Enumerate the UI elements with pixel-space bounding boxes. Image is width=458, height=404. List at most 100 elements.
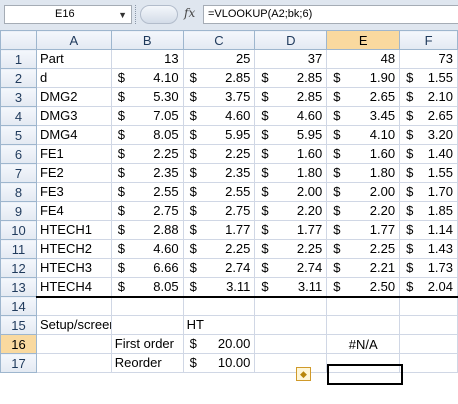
cell[interactable]: $2.75 <box>182 201 256 221</box>
cell[interactable]: $1.55 <box>399 163 458 183</box>
cell[interactable]: HTECH1 <box>35 220 112 240</box>
cell[interactable]: $3.11 <box>254 277 328 298</box>
cell[interactable] <box>399 315 458 335</box>
cell[interactable] <box>326 353 401 373</box>
cell[interactable]: $8.05 <box>110 125 184 145</box>
cell[interactable]: $2.74 <box>254 258 328 278</box>
cell[interactable]: $2.55 <box>110 182 184 202</box>
cell[interactable]: $1.80 <box>254 163 328 183</box>
cell[interactable]: $2.35 <box>182 163 256 183</box>
cell[interactable] <box>35 334 112 354</box>
cell[interactable]: DMG2 <box>35 87 112 107</box>
cell[interactable]: Reorder <box>110 353 184 373</box>
cell[interactable]: $5.95 <box>182 125 256 145</box>
formula-input[interactable]: =VLOOKUP(A2;bk;6) <box>203 5 458 24</box>
row-header[interactable]: 4 <box>0 106 37 126</box>
cell[interactable]: HTECH4 <box>35 277 112 298</box>
cell[interactable] <box>254 334 328 354</box>
cell[interactable]: HTECH2 <box>35 239 112 259</box>
row-header[interactable]: 17 <box>0 353 37 373</box>
column-header-a[interactable]: A <box>35 30 112 50</box>
error-cell[interactable]: #N/A <box>326 334 401 354</box>
cell[interactable]: Part <box>35 49 112 69</box>
cell[interactable] <box>254 296 328 316</box>
cell[interactable] <box>254 315 328 335</box>
row-header[interactable]: 12 <box>0 258 37 278</box>
warning-diamond-icon[interactable]: ◆ <box>296 367 311 381</box>
cell[interactable]: 25 <box>182 49 256 69</box>
row-header[interactable]: 15 <box>0 315 37 335</box>
cell[interactable]: $1.60 <box>254 144 328 164</box>
cell[interactable]: $1.77 <box>326 220 401 240</box>
cell[interactable]: $4.60 <box>182 106 256 126</box>
row-header[interactable]: 11 <box>0 239 37 259</box>
column-header-e[interactable]: E <box>326 30 401 50</box>
column-header-f[interactable]: F <box>399 30 458 50</box>
row-header[interactable]: 16 <box>0 334 37 354</box>
cell[interactable]: $4.10 <box>326 125 401 145</box>
cell[interactable] <box>399 296 458 316</box>
cell[interactable]: $2.85 <box>254 87 328 107</box>
cell[interactable] <box>182 296 256 316</box>
formula-controls-button[interactable] <box>140 5 178 24</box>
cell[interactable] <box>399 353 458 373</box>
cell[interactable]: $1.80 <box>326 163 401 183</box>
row-header[interactable]: 14 <box>0 296 37 316</box>
cell[interactable]: $2.25 <box>182 144 256 164</box>
cell[interactable]: $1.40 <box>399 144 458 164</box>
cell[interactable]: $2.00 <box>326 182 401 202</box>
row-header[interactable]: 9 <box>0 201 37 221</box>
cell[interactable]: $2.88 <box>110 220 184 240</box>
cell[interactable] <box>254 353 328 373</box>
cell[interactable]: $2.20 <box>254 201 328 221</box>
cell[interactable]: $2.75 <box>110 201 184 221</box>
cell[interactable]: $2.65 <box>399 106 458 126</box>
cell[interactable]: DMG4 <box>35 125 112 145</box>
cell[interactable]: $1.90 <box>326 68 401 88</box>
cell[interactable]: $2.85 <box>182 68 256 88</box>
cell[interactable]: 37 <box>254 49 328 69</box>
column-header-b[interactable]: B <box>110 30 184 50</box>
row-header[interactable]: 3 <box>0 87 37 107</box>
cell[interactable]: DMG3 <box>35 106 112 126</box>
cell[interactable]: $2.65 <box>326 87 401 107</box>
cell[interactable]: $2.20 <box>326 201 401 221</box>
row-header[interactable]: 8 <box>0 182 37 202</box>
cell[interactable]: $1.55 <box>399 68 458 88</box>
cell[interactable]: $2.35 <box>110 163 184 183</box>
column-header-c[interactable]: C <box>182 30 256 50</box>
cell[interactable]: $2.25 <box>182 239 256 259</box>
cell[interactable]: $6.66 <box>110 258 184 278</box>
cell[interactable] <box>110 315 184 335</box>
cell[interactable]: 73 <box>399 49 458 69</box>
cell[interactable]: $4.60 <box>110 239 184 259</box>
cell[interactable]: HT <box>182 315 256 335</box>
cell[interactable]: d <box>35 68 112 88</box>
cell[interactable]: $2.74 <box>182 258 256 278</box>
cell[interactable]: FE1 <box>35 144 112 164</box>
cell[interactable]: 48 <box>326 49 401 69</box>
row-header[interactable]: 5 <box>0 125 37 145</box>
column-header-d[interactable]: D <box>254 30 328 50</box>
cell[interactable]: $2.04 <box>399 277 458 298</box>
select-all-corner[interactable] <box>0 30 37 50</box>
row-header[interactable]: 7 <box>0 163 37 183</box>
cell[interactable] <box>35 296 112 316</box>
cell[interactable]: $2.50 <box>326 277 401 298</box>
cell[interactable]: $3.45 <box>326 106 401 126</box>
row-header[interactable]: 2 <box>0 68 37 88</box>
cell[interactable]: $1.85 <box>399 201 458 221</box>
cell[interactable]: FE3 <box>35 182 112 202</box>
row-header[interactable]: 10 <box>0 220 37 240</box>
cell[interactable]: $2.85 <box>254 68 328 88</box>
cell[interactable]: $8.05 <box>110 277 184 298</box>
cell[interactable]: $1.77 <box>254 220 328 240</box>
cell[interactable]: $1.43 <box>399 239 458 259</box>
cell[interactable]: $2.55 <box>182 182 256 202</box>
cell[interactable]: FE2 <box>35 163 112 183</box>
cell[interactable]: $1.77 <box>182 220 256 240</box>
cell[interactable]: $2.25 <box>110 144 184 164</box>
cell[interactable]: First order <box>110 334 184 354</box>
cell[interactable]: $4.60 <box>254 106 328 126</box>
cell[interactable] <box>326 315 401 335</box>
